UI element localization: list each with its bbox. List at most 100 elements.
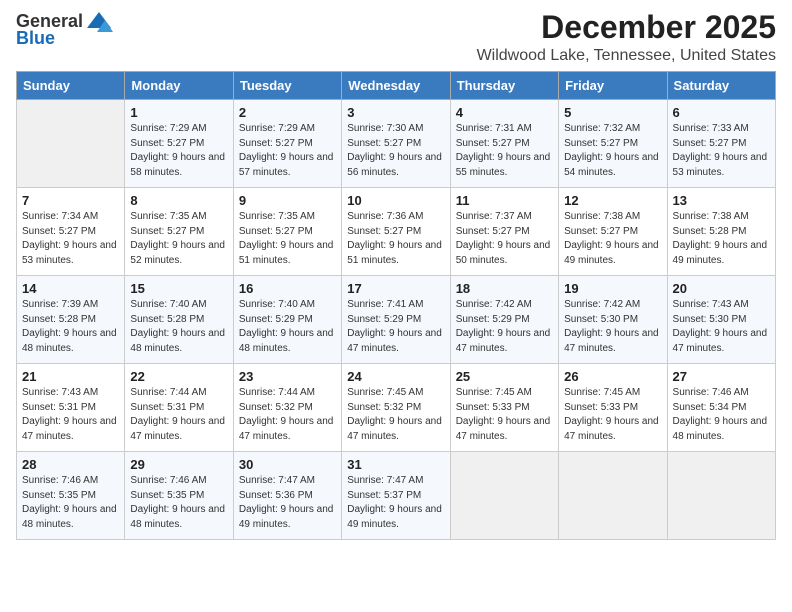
calendar-cell: 26Sunrise: 7:45 AMSunset: 5:33 PMDayligh… xyxy=(559,364,667,452)
calendar-cell xyxy=(17,100,125,188)
col-wednesday: Wednesday xyxy=(342,72,450,100)
sunrise-text: Sunrise: 7:47 AM xyxy=(239,475,315,486)
daylight-text: Daylight: 9 hours and 47 minutes. xyxy=(564,416,659,442)
day-number: 15 xyxy=(130,281,227,296)
day-number: 16 xyxy=(239,281,336,296)
daylight-text: Daylight: 9 hours and 49 minutes. xyxy=(673,240,768,266)
calendar-cell: 1Sunrise: 7:29 AMSunset: 5:27 PMDaylight… xyxy=(125,100,233,188)
sunrise-text: Sunrise: 7:45 AM xyxy=(347,387,423,398)
sunset-text: Sunset: 5:27 PM xyxy=(22,226,96,237)
sunrise-text: Sunrise: 7:35 AM xyxy=(239,211,315,222)
sunset-text: Sunset: 5:27 PM xyxy=(456,138,530,149)
sunrise-text: Sunrise: 7:29 AM xyxy=(130,123,206,134)
daylight-text: Daylight: 9 hours and 47 minutes. xyxy=(347,328,442,354)
daylight-text: Daylight: 9 hours and 47 minutes. xyxy=(564,328,659,354)
day-number: 26 xyxy=(564,369,661,384)
day-info: Sunrise: 7:38 AMSunset: 5:27 PMDaylight:… xyxy=(564,210,661,268)
calendar-cell: 19Sunrise: 7:42 AMSunset: 5:30 PMDayligh… xyxy=(559,276,667,364)
sunrise-text: Sunrise: 7:43 AM xyxy=(22,387,98,398)
sunrise-text: Sunrise: 7:36 AM xyxy=(347,211,423,222)
calendar-cell: 22Sunrise: 7:44 AMSunset: 5:31 PMDayligh… xyxy=(125,364,233,452)
daylight-text: Daylight: 9 hours and 52 minutes. xyxy=(130,240,225,266)
day-number: 27 xyxy=(673,369,770,384)
calendar-cell: 20Sunrise: 7:43 AMSunset: 5:30 PMDayligh… xyxy=(667,276,775,364)
day-number: 28 xyxy=(22,457,119,472)
header: General Blue December 2025 Wildwood Lake… xyxy=(16,10,776,65)
calendar-cell: 8 Sunrise: 7:35 AMSunset: 5:27 PMDaylight… xyxy=(125,188,233,276)
day-info: Sunrise: 7:45 AMSunset: 5:32 PMDaylight:… xyxy=(347,386,444,444)
day-number: 14 xyxy=(22,281,119,296)
day-number: 10 xyxy=(347,193,444,208)
sunset-text: Sunset: 5:27 PM xyxy=(239,226,313,237)
calendar-cell: 23Sunrise: 7:44 AMSunset: 5:32 PMDayligh… xyxy=(233,364,341,452)
day-number: 5 xyxy=(564,105,661,120)
col-thursday: Thursday xyxy=(450,72,558,100)
day-info: Sunrise: 7:45 AMSunset: 5:33 PMDaylight:… xyxy=(456,386,553,444)
calendar-cell: 27 Sunrise: 7:46 AMSunset: 5:34 PMDayligh… xyxy=(667,364,775,452)
sunrise-text: Sunrise: 7:44 AM xyxy=(239,387,315,398)
col-monday: Monday xyxy=(125,72,233,100)
calendar-cell: 15Sunrise: 7:40 AMSunset: 5:28 PMDayligh… xyxy=(125,276,233,364)
sunset-text: Sunset: 5:30 PM xyxy=(564,314,638,325)
day-number: 7 xyxy=(22,193,119,208)
daylight-text: Daylight: 9 hours and 47 minutes. xyxy=(347,416,442,442)
sunrise-text: Sunrise: 7:34 AM xyxy=(22,211,98,222)
daylight-text: Daylight: 9 hours and 48 minutes. xyxy=(239,328,334,354)
sunrise-text: Sunrise: 7:37 AM xyxy=(456,211,532,222)
daylight-text: Daylight: 9 hours and 55 minutes. xyxy=(456,152,551,178)
day-number: 12 xyxy=(564,193,661,208)
daylight-text: Daylight: 9 hours and 47 minutes. xyxy=(239,416,334,442)
day-info: Sunrise: 7:47 AMSunset: 5:37 PMDaylight:… xyxy=(347,474,444,532)
sunset-text: Sunset: 5:30 PM xyxy=(673,314,747,325)
daylight-text: Daylight: 9 hours and 47 minutes. xyxy=(456,328,551,354)
day-number: 3 xyxy=(347,105,444,120)
sunset-text: Sunset: 5:27 PM xyxy=(456,226,530,237)
calendar-cell: 7 Sunrise: 7:34 AM Sunset: 5:27 PM Daylight… xyxy=(17,188,125,276)
sunrise-text: Sunrise: 7:40 AM xyxy=(130,299,206,310)
sunrise-text: Sunrise: 7:38 AM xyxy=(673,211,749,222)
day-number: 30 xyxy=(239,457,336,472)
sunset-text: Sunset: 5:33 PM xyxy=(564,402,638,413)
sunset-text: Sunset: 5:28 PM xyxy=(673,226,747,237)
sunrise-text: Sunrise: 7:46 AM xyxy=(130,475,206,486)
calendar-cell: 3Sunrise: 7:30 AMSunset: 5:27 PMDaylight… xyxy=(342,100,450,188)
sunset-text: Sunset: 5:27 PM xyxy=(130,138,204,149)
month-title: December 2025 xyxy=(477,10,776,45)
day-number: 4 xyxy=(456,105,553,120)
daylight-text: Daylight: 9 hours and 53 minutes. xyxy=(22,240,117,266)
sunset-text: Sunset: 5:32 PM xyxy=(239,402,313,413)
sunrise-text: Sunrise: 7:40 AM xyxy=(239,299,315,310)
day-info: Sunrise: 7:46 AMSunset: 5:34 PMDaylight:… xyxy=(673,386,770,444)
calendar-cell: 17Sunrise: 7:41 AMSunset: 5:29 PMDayligh… xyxy=(342,276,450,364)
calendar-cell: 16Sunrise: 7:40 AMSunset: 5:29 PMDayligh… xyxy=(233,276,341,364)
calendar-week-row: 1Sunrise: 7:29 AMSunset: 5:27 PMDaylight… xyxy=(17,100,776,188)
sunrise-text: Sunrise: 7:42 AM xyxy=(456,299,532,310)
day-number: 8 xyxy=(130,193,227,208)
daylight-text: Daylight: 9 hours and 48 minutes. xyxy=(673,416,768,442)
calendar-cell: 5Sunrise: 7:32 AMSunset: 5:27 PMDaylight… xyxy=(559,100,667,188)
day-info: Sunrise: 7:38 AM Sunset: 5:28 PM Daylight:… xyxy=(673,210,770,268)
calendar-cell: 6Sunrise: 7:33 AMSunset: 5:27 PMDaylight… xyxy=(667,100,775,188)
sunrise-text: Sunrise: 7:39 AM xyxy=(22,299,98,310)
calendar-week-row: 28Sunrise: 7:46 AMSunset: 5:35 PMDayligh… xyxy=(17,452,776,540)
calendar-cell: 10Sunrise: 7:36 AMSunset: 5:27 PMDayligh… xyxy=(342,188,450,276)
day-number: 31 xyxy=(347,457,444,472)
sunrise-text: Sunrise: 7:38 AM xyxy=(564,211,640,222)
calendar-cell: 28Sunrise: 7:46 AMSunset: 5:35 PMDayligh… xyxy=(17,452,125,540)
day-info: Sunrise: 7:34 AM Sunset: 5:27 PM Daylight:… xyxy=(22,210,119,268)
day-info: Sunrise: 7:31 AMSunset: 5:27 PMDaylight:… xyxy=(456,122,553,180)
sunset-text: Sunset: 5:33 PM xyxy=(456,402,530,413)
calendar-cell: 29Sunrise: 7:46 AMSunset: 5:35 PMDayligh… xyxy=(125,452,233,540)
calendar-cell: 25Sunrise: 7:45 AMSunset: 5:33 PMDayligh… xyxy=(450,364,558,452)
day-number: 21 xyxy=(22,369,119,384)
day-info: Sunrise: 7:47 AMSunset: 5:36 PMDaylight:… xyxy=(239,474,336,532)
day-info: Sunrise: 7:35 AMSunset: 5:27 PMDaylight:… xyxy=(130,210,227,268)
day-number: 17 xyxy=(347,281,444,296)
day-number: 20 xyxy=(673,281,770,296)
calendar-week-row: 14 Sunrise: 7:39 AMSunset: 5:28 PMDayligh… xyxy=(17,276,776,364)
logo: General Blue xyxy=(16,10,113,49)
sunset-text: Sunset: 5:31 PM xyxy=(22,402,96,413)
day-number: 11 xyxy=(456,193,553,208)
day-info: Sunrise: 7:39 AMSunset: 5:28 PMDaylight:… xyxy=(22,298,119,356)
sunset-text: Sunset: 5:27 PM xyxy=(347,226,421,237)
